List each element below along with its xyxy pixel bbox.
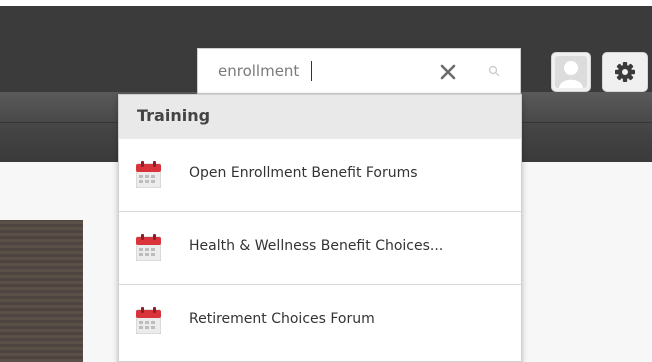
app-window: Training Open Enrollment Benefit Forums — [0, 0, 652, 362]
search-result-item[interactable]: Open Enrollment Benefit Forums — [119, 139, 521, 212]
calendar-icon — [136, 161, 161, 188]
gear-icon — [615, 62, 635, 82]
search-icon[interactable] — [488, 65, 500, 77]
close-icon[interactable] — [438, 62, 458, 82]
calendar-icon — [136, 307, 161, 334]
category-label: Training — [137, 106, 211, 125]
result-label: Health & Wellness Benefit Choices... — [189, 238, 444, 254]
search-box[interactable] — [197, 48, 521, 94]
search-result-item[interactable]: Health & Wellness Benefit Choices... — [119, 212, 521, 285]
settings-button[interactable] — [602, 52, 648, 92]
result-label: Retirement Choices Forum — [189, 311, 375, 327]
dropdown-category-header: Training — [119, 95, 521, 140]
text-caret — [311, 61, 312, 81]
search-result-item[interactable]: Retirement Choices Forum — [119, 285, 521, 357]
search-suggestions-dropdown: Training Open Enrollment Benefit Forums — [118, 94, 522, 362]
search-input[interactable] — [218, 59, 418, 83]
user-avatar-button[interactable] — [551, 52, 591, 92]
user-avatar-icon — [555, 56, 587, 88]
content-thumbnail — [0, 220, 83, 362]
calendar-icon — [136, 234, 161, 261]
result-label: Open Enrollment Benefit Forums — [189, 165, 418, 181]
